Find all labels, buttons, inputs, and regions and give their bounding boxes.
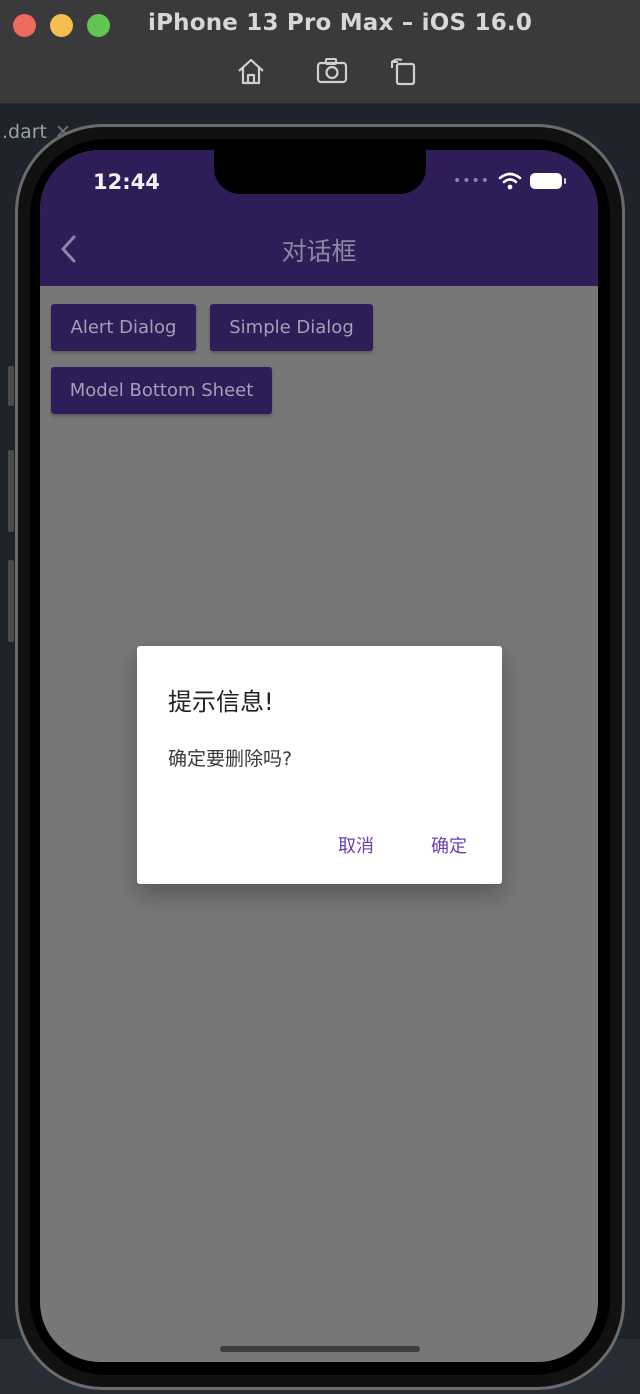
- editor-tab-label: .dart: [2, 121, 48, 143]
- rotate-icon[interactable]: [388, 56, 420, 86]
- simple-dialog-button[interactable]: Simple Dialog: [210, 304, 373, 351]
- dialog-message: 确定要删除吗?: [168, 748, 293, 770]
- minimize-window-button[interactable]: [50, 14, 73, 37]
- mute-switch: [8, 366, 14, 406]
- wifi-icon: [498, 172, 522, 190]
- close-window-button[interactable]: [13, 14, 36, 37]
- volume-up-button: [8, 450, 14, 532]
- dialog-title: 提示信息!: [168, 688, 274, 716]
- signal-icon: ••••: [452, 173, 490, 189]
- volume-down-button: [8, 560, 14, 642]
- status-time: 12:44: [93, 170, 160, 194]
- screenshot-icon[interactable]: [316, 56, 348, 86]
- home-icon[interactable]: [235, 56, 267, 86]
- zoom-window-button[interactable]: [87, 14, 110, 37]
- status-icons: ••••: [452, 172, 566, 190]
- battery-icon: [530, 173, 566, 189]
- bottom-sheet-button[interactable]: Model Bottom Sheet: [51, 367, 272, 414]
- alert-dialog-button[interactable]: Alert Dialog: [51, 304, 196, 351]
- notch: [214, 150, 426, 194]
- alert-dialog: 提示信息! 确定要删除吗? 取消 确定: [137, 646, 502, 884]
- page-title: 对话框: [281, 237, 357, 266]
- cancel-button[interactable]: 取消: [338, 832, 374, 858]
- confirm-button[interactable]: 确定: [431, 832, 467, 858]
- simulator-title-bar: iPhone 13 Pro Max – iOS 16.0: [0, 0, 640, 104]
- home-indicator[interactable]: [220, 1346, 420, 1352]
- simulator-title: iPhone 13 Pro Max – iOS 16.0: [148, 10, 533, 36]
